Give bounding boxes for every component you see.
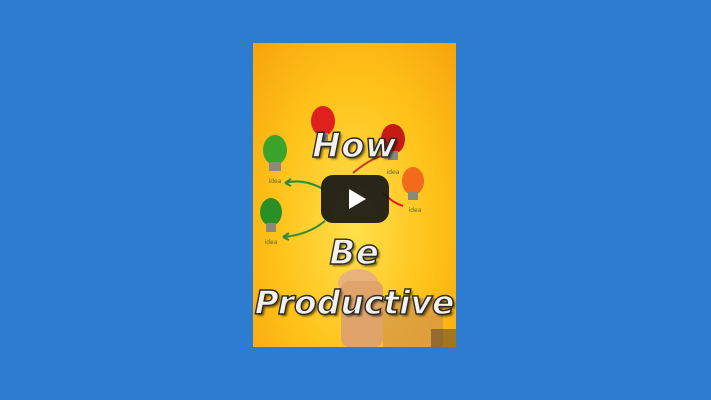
svg-text:idea: idea [387,169,400,176]
orange-lightbulb-icon: idea [402,167,424,214]
caption-line-be: Be [329,233,380,273]
caption-line-productive: Productive [254,283,455,322]
page-background: idea idea idea idea How Be Productive [0,0,711,400]
play-icon [348,189,366,209]
caption-line-how: How [311,126,397,166]
svg-text:idea: idea [269,178,282,185]
play-button[interactable] [321,175,389,223]
svg-text:idea: idea [409,207,422,214]
